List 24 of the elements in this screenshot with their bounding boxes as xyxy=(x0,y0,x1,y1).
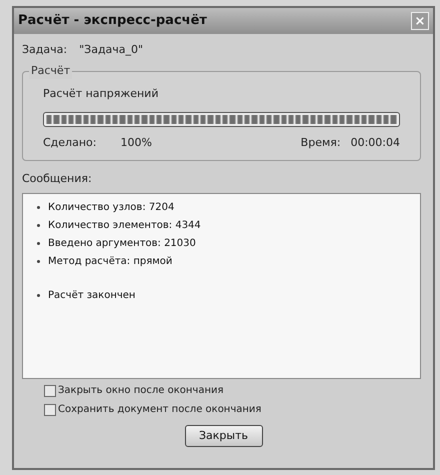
message-text: Количество элементов: 4344 xyxy=(48,218,201,232)
checkbox-label: Закрыть окно после окончания xyxy=(58,384,224,398)
done-label: Сделано: xyxy=(43,135,96,151)
message-text: Количество узлов: 7204 xyxy=(48,200,174,214)
message-text: Введено аргументов: 21030 xyxy=(48,236,196,250)
checkbox[interactable] xyxy=(44,404,56,416)
task-value: "Задача_0" xyxy=(79,42,144,58)
window-title: Расчёт - экспресс-расчёт xyxy=(18,12,207,30)
task-label: Задача: xyxy=(22,42,68,58)
done-value: 100% xyxy=(120,135,152,151)
checkbox[interactable] xyxy=(44,384,56,396)
close-dialog-button[interactable]: Закрыть xyxy=(184,425,262,447)
stage-label: Расчёт напряжений xyxy=(43,86,160,102)
message-text: Метод расчёта: прямой xyxy=(48,254,172,268)
checkbox-label: Сохранить документ после окончания xyxy=(58,403,262,417)
bullet-icon xyxy=(37,294,40,296)
bullet-icon xyxy=(37,260,40,262)
bullet-icon xyxy=(37,224,40,226)
messages-label: Сообщения: xyxy=(22,170,93,186)
time-label: Время: xyxy=(300,135,341,151)
bullet-icon xyxy=(37,206,40,208)
time-value: 00:00:04 xyxy=(350,135,400,151)
bullet-icon xyxy=(37,242,40,244)
message-text: Расчёт закончен xyxy=(48,288,136,302)
